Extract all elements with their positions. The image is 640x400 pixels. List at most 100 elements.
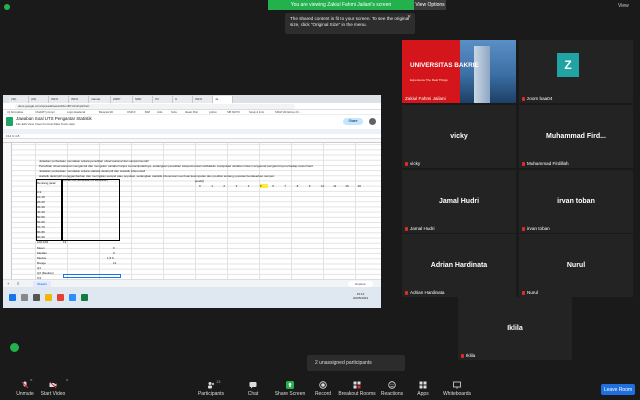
series-cell[interactable]: 6	[272, 184, 274, 188]
participant-tile[interactable]: UNIVERSITAS BAKRIE Experience The Real T…	[402, 40, 516, 103]
cell-question[interactable]: Jelaskan perbedaan mendasar antara stati…	[39, 169, 145, 173]
stat-value[interactable]: 0	[113, 251, 115, 255]
table-row[interactable]: 50-59	[37, 215, 45, 219]
bookmark[interactable]: Setup & Intro	[249, 111, 264, 114]
series-cell[interactable]: 4	[248, 184, 250, 188]
series-cell[interactable]: 3	[236, 184, 238, 188]
table-header[interactable]: Jumlah truk (kecepatan bin kecepatan)	[63, 179, 119, 182]
browser-tab[interactable]: mamat	[89, 96, 111, 103]
participant-tile[interactable]: Z zoom baa04	[519, 40, 633, 103]
series-label[interactable]: jarak(i)	[195, 179, 204, 183]
series-cell[interactable]: 0	[199, 184, 201, 188]
add-sheet-icon[interactable]: +	[7, 281, 9, 286]
table-row[interactable]: 40-49	[37, 210, 45, 214]
bookmark[interactable]: OSM R	[127, 111, 136, 114]
participant-tile[interactable]: Nurul Nurul	[519, 234, 633, 297]
browser-tab[interactable]: U	[173, 96, 193, 103]
series-cell[interactable]: 7	[284, 184, 286, 188]
search-icon[interactable]	[21, 294, 28, 301]
browser-tab[interactable]: (23)	[29, 96, 49, 103]
chrome-icon[interactable]	[57, 294, 64, 301]
stat-label[interactable]: Range	[37, 261, 46, 265]
table-row[interactable]: 100-109	[37, 240, 48, 244]
pencil-icon[interactable]	[10, 343, 19, 352]
column-headers[interactable]	[3, 139, 381, 143]
stat-label[interactable]: Mean	[37, 246, 45, 250]
row-headers[interactable]	[3, 143, 12, 279]
shield-icon[interactable]	[4, 4, 10, 10]
bookmark[interactable]: SDGP Workshop 20...	[275, 111, 300, 114]
table-row[interactable]: 60-69	[37, 220, 45, 224]
bookmark[interactable]: Uji Normalitas	[7, 111, 23, 114]
browser-tab[interactable]: SDD	[133, 96, 153, 103]
menu-bar[interactable]: File Edit View Insert Format Data Tools …	[16, 122, 75, 126]
table-row[interactable]: 70-79	[37, 225, 45, 229]
participant-tile[interactable]: Jamal Hudri Jamal Hudri	[402, 170, 516, 233]
cell-question[interactable]: Jelaskan perbedaan mendasar antara penel…	[39, 159, 149, 163]
series-cell[interactable]: 9	[309, 184, 311, 188]
unassigned-participants[interactable]: 2 unassigned participants	[307, 355, 405, 371]
bookmark[interactable]: Login Akademik	[67, 111, 85, 114]
bookmark[interactable]: Beranda SD	[99, 111, 113, 114]
browser-tab[interactable]: XX	[153, 96, 173, 103]
stat-label[interactable]: Median	[37, 251, 47, 255]
all-sheets-icon[interactable]: ≡	[17, 281, 19, 286]
participant-tile[interactable]: irvan toban irvan toban	[519, 170, 633, 233]
browser-tab[interactable]: (49)	[9, 96, 29, 103]
browser-tab-active[interactable]: Ja	[213, 96, 233, 103]
start-icon[interactable]	[9, 294, 16, 301]
bookmark[interactable]: Idealo Pipit	[185, 111, 198, 114]
participant-tile[interactable]: Iklila Iklila	[458, 297, 572, 360]
browser-tab[interactable]: INFO	[69, 96, 89, 103]
bookmark[interactable]: SIB SM PK	[227, 111, 240, 114]
chevron-up-icon[interactable]: ^	[66, 379, 68, 385]
browser-tab[interactable]: ZIZIP	[111, 96, 133, 103]
stat-label[interactable]: Modus	[37, 256, 46, 260]
taskview-icon[interactable]	[33, 294, 40, 301]
zoom-icon[interactable]	[69, 294, 76, 301]
cell-answer[interactable]: statistik deskriptif menggambarkan dan m…	[39, 174, 275, 178]
avatar[interactable]	[369, 118, 376, 125]
cell-answer[interactable]: Penelitian observasional mengamati dan m…	[39, 164, 313, 168]
bookmark[interactable]: BAP	[145, 111, 150, 114]
stat-label[interactable]: Q1	[37, 266, 41, 270]
folder-icon[interactable]	[45, 294, 52, 301]
document-title[interactable]: Jawaban Soal UTS Pengantar Statistik	[16, 116, 92, 121]
participant-tile[interactable]: vicky vicky	[402, 105, 516, 168]
series-cell[interactable]: 5	[260, 184, 262, 188]
shared-screen[interactable]: (49) (23) INFO INFO mamat ZIZIP SDD XX U…	[3, 95, 381, 308]
series-cell[interactable]: 11	[333, 184, 336, 188]
sheets-logo-icon[interactable]	[6, 117, 13, 126]
url-field[interactable]: docs.google.com/spreadsheets/d/1nxBYmFxh…	[15, 104, 295, 109]
table-total[interactable]: 13	[63, 240, 66, 244]
series-cell[interactable]: 8	[297, 184, 299, 188]
table-row[interactable]: 90-99	[37, 235, 45, 239]
table-row[interactable]: 30-39	[37, 205, 45, 209]
bookmark[interactable]: python	[209, 111, 217, 114]
table-row[interactable]: 0-9	[37, 190, 41, 194]
view-button[interactable]: View	[618, 3, 629, 9]
share-button[interactable]: Share	[343, 118, 363, 125]
whiteboards-button[interactable]: Whiteboards	[432, 381, 482, 397]
bookmark[interactable]: Suhu	[171, 111, 177, 114]
bookmark[interactable]: Jobs	[157, 111, 162, 114]
stat-label[interactable]: Q2 (Median)	[37, 271, 54, 275]
bookmark[interactable]: ChatGPT prompt	[35, 111, 55, 114]
start-video-button[interactable]: Start Video	[28, 381, 78, 397]
table-row[interactable]: 80-89	[37, 230, 45, 234]
participant-tile[interactable]: Adrian Hardinata Adrian Hardinata	[402, 234, 516, 297]
selected-cell[interactable]	[63, 274, 121, 278]
view-options-button[interactable]: View Options	[414, 0, 446, 10]
browser-tab[interactable]: INFO	[193, 96, 213, 103]
table-row[interactable]: 20-29	[37, 200, 45, 204]
address-bar[interactable]: docs.google.com/spreadsheets/d/1nxBYmFxh…	[3, 103, 381, 110]
participant-tile[interactable]: Muhammad Fird... Muhammad Firdillah	[519, 105, 633, 168]
stat-value[interactable]: 0	[113, 246, 115, 250]
series-cell[interactable]: 20	[358, 184, 361, 188]
stat-value[interactable]: 1 8 9	[107, 256, 114, 260]
leave-room-button[interactable]: Leave Room	[601, 384, 635, 395]
series-cell[interactable]: 15	[345, 184, 348, 188]
series-cell[interactable]: 1	[211, 184, 213, 188]
table-row[interactable]: 10-19	[37, 195, 45, 199]
excel-icon[interactable]	[81, 294, 88, 301]
